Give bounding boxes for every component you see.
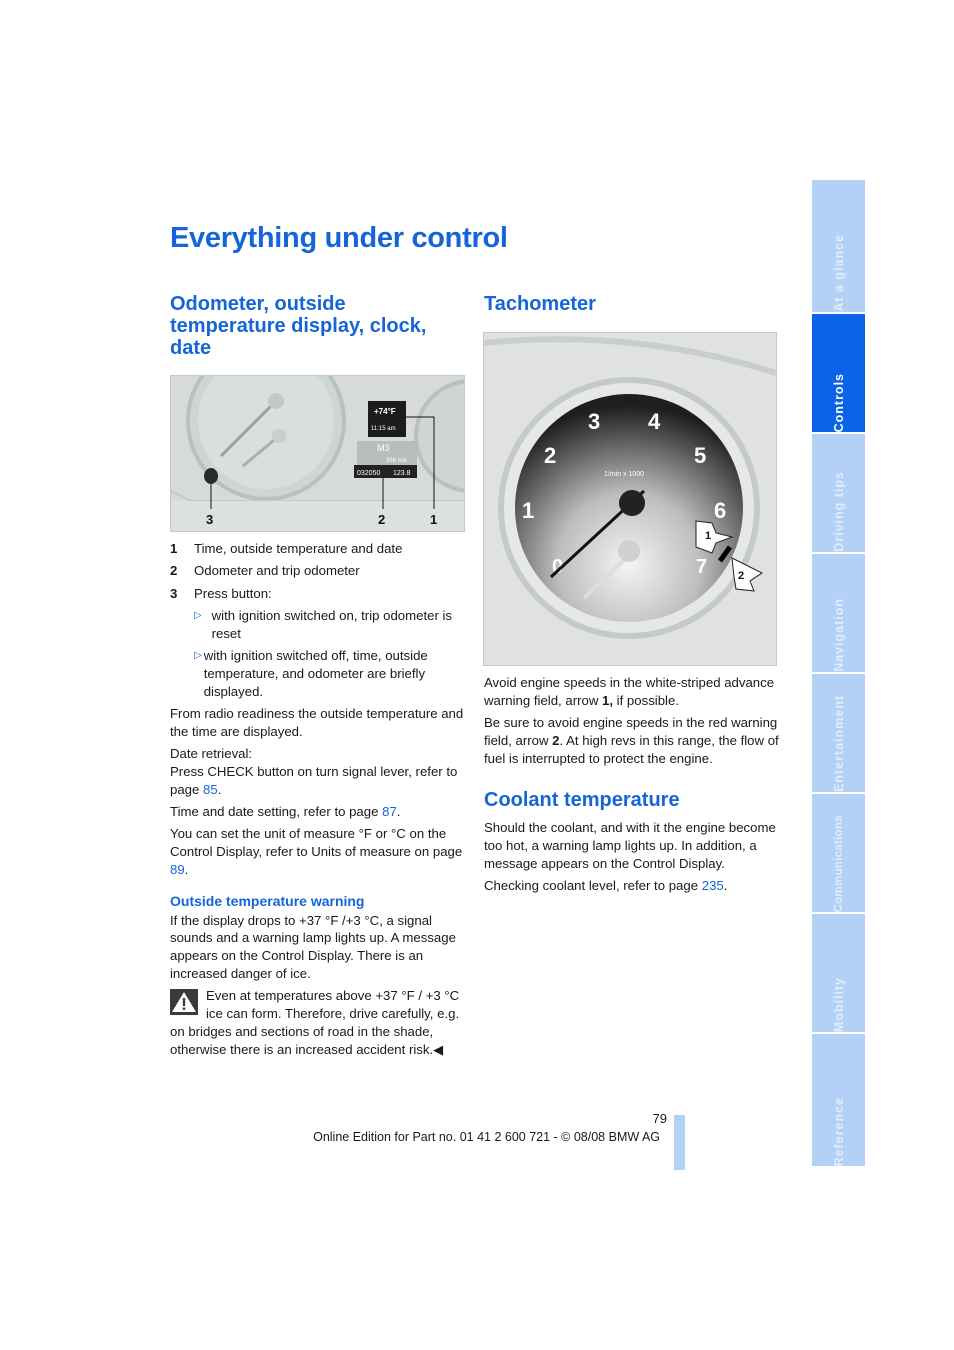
side-tab-navigation[interactable]: Navigation bbox=[812, 554, 865, 672]
coolant-level-paragraph: Checking coolant level, refer to page 23… bbox=[484, 878, 728, 894]
sub-list-item: ▷ with ignition switched on, trip odomet… bbox=[194, 607, 453, 641]
tachometer-illustration: 3 4 2 5 1 6 0 7 1/min x 1000 1 2 bbox=[484, 333, 776, 665]
page-link-89[interactable]: 89 bbox=[170, 862, 185, 877]
radio-readiness-paragraph: From radio readiness the outside tempera… bbox=[170, 705, 464, 739]
section-heading-odometer: Odometer, outside temperature display, c… bbox=[170, 293, 427, 359]
display-temp: +74°F bbox=[374, 407, 396, 416]
time-setting-paragraph: Time and date setting, refer to page 87. bbox=[170, 803, 401, 819]
instrument-cluster-illustration: +74°F 11:15 am M3 358 mls 032050 123.8 3… bbox=[171, 376, 464, 531]
date-retrieval-paragraph: Press CHECK button on turn signal lever,… bbox=[170, 763, 458, 797]
page-title: Everything under control bbox=[170, 222, 508, 254]
advance-warning-paragraph: Avoid engine speeds in the white-striped… bbox=[484, 675, 775, 708]
display-odometer: 032050 bbox=[357, 470, 380, 477]
tach-number-3: 3 bbox=[588, 409, 600, 434]
side-tab-communications[interactable]: Communications bbox=[812, 794, 865, 912]
callout-1: 1 bbox=[430, 512, 437, 527]
display-time: 11:15 am bbox=[371, 426, 396, 432]
footer-edition: Online Edition for Part no. 01 41 2 600 … bbox=[313, 1130, 660, 1144]
triangle-bullet-icon: ▷ bbox=[194, 649, 202, 661]
date-retrieval-label: Date retrieval: bbox=[170, 745, 253, 761]
tach-number-6: 6 bbox=[714, 498, 726, 523]
side-tab-driving-tips[interactable]: Driving tips bbox=[812, 434, 865, 552]
tach-callout-2: 2 bbox=[738, 570, 744, 582]
side-tab-reference[interactable]: Reference bbox=[812, 1034, 865, 1166]
page-link-85[interactable]: 85 bbox=[203, 782, 218, 797]
callout-3: 3 bbox=[206, 512, 213, 527]
tachometer-figure: 3 4 2 5 1 6 0 7 1/min x 1000 1 2 bbox=[483, 332, 777, 666]
callout-2: 2 bbox=[378, 512, 385, 527]
display-trip: 123.8 bbox=[393, 470, 411, 477]
tach-callout-1: 1 bbox=[705, 530, 711, 542]
units-paragraph: You can set the unit of measure °F or °C… bbox=[170, 826, 463, 877]
tach-number-7: 7 bbox=[696, 556, 707, 578]
list-item: 1 Time, outside temperature and date bbox=[170, 541, 403, 556]
section-heading-coolant: Coolant temperature bbox=[484, 789, 680, 812]
sub-list-item: ▷ with ignition switched off, time, outs… bbox=[194, 647, 428, 699]
odometer-figure: +74°F 11:15 am M3 358 mls 032050 123.8 3… bbox=[170, 375, 465, 532]
display-range: 358 mls bbox=[386, 458, 407, 464]
display-model: M3 bbox=[377, 443, 390, 453]
warning-subheading: Outside temperature warning bbox=[170, 892, 365, 909]
tach-number-1: 1 bbox=[522, 498, 534, 523]
page-number: 79 bbox=[652, 1111, 667, 1126]
caution-text: Even at temperatures above +37 °F / +3 °… bbox=[170, 988, 460, 1057]
page-link-235[interactable]: 235 bbox=[702, 878, 724, 893]
warning-paragraph: If the display drops to +37 °F /+3 °C, a… bbox=[170, 912, 456, 981]
side-tab-entertainment[interactable]: Entertainment bbox=[812, 674, 865, 792]
triangle-bullet-icon: ▷ bbox=[194, 609, 202, 621]
tach-number-5: 5 bbox=[694, 443, 706, 468]
list-item: 2 Odometer and trip odometer bbox=[170, 563, 360, 579]
right-body: Avoid engine speeds in the white-striped… bbox=[484, 674, 779, 900]
side-tab-controls[interactable]: Controls bbox=[812, 314, 865, 432]
end-mark-icon: ◀ bbox=[433, 1041, 444, 1057]
left-column: Odometer, outside temperature display, c… bbox=[170, 293, 465, 359]
side-tab-mobility[interactable]: Mobility bbox=[812, 914, 865, 1032]
left-body: 1 Time, outside temperature and date 2 O… bbox=[170, 540, 465, 1058]
side-tab-at-a-glance[interactable]: At a glance bbox=[812, 180, 865, 312]
tach-number-2: 2 bbox=[544, 443, 556, 468]
warning-triangle-icon bbox=[170, 989, 198, 1016]
tach-number-4: 4 bbox=[648, 409, 661, 434]
red-warning-paragraph: Be sure to avoid engine speeds in the re… bbox=[484, 715, 779, 766]
page-link-87[interactable]: 87 bbox=[382, 804, 397, 819]
section-heading-tachometer: Tachometer bbox=[484, 293, 596, 315]
right-column: Tachometer bbox=[484, 293, 779, 315]
tach-scale-label: 1/min x 1000 bbox=[604, 471, 644, 478]
list-item: 3 Press button: bbox=[170, 585, 272, 601]
caution-note: Even at temperatures above +37 °F / +3 °… bbox=[170, 987, 465, 1058]
coolant-paragraph: Should the coolant, and with it the engi… bbox=[484, 820, 776, 872]
footer-accent-bar bbox=[674, 1115, 685, 1170]
